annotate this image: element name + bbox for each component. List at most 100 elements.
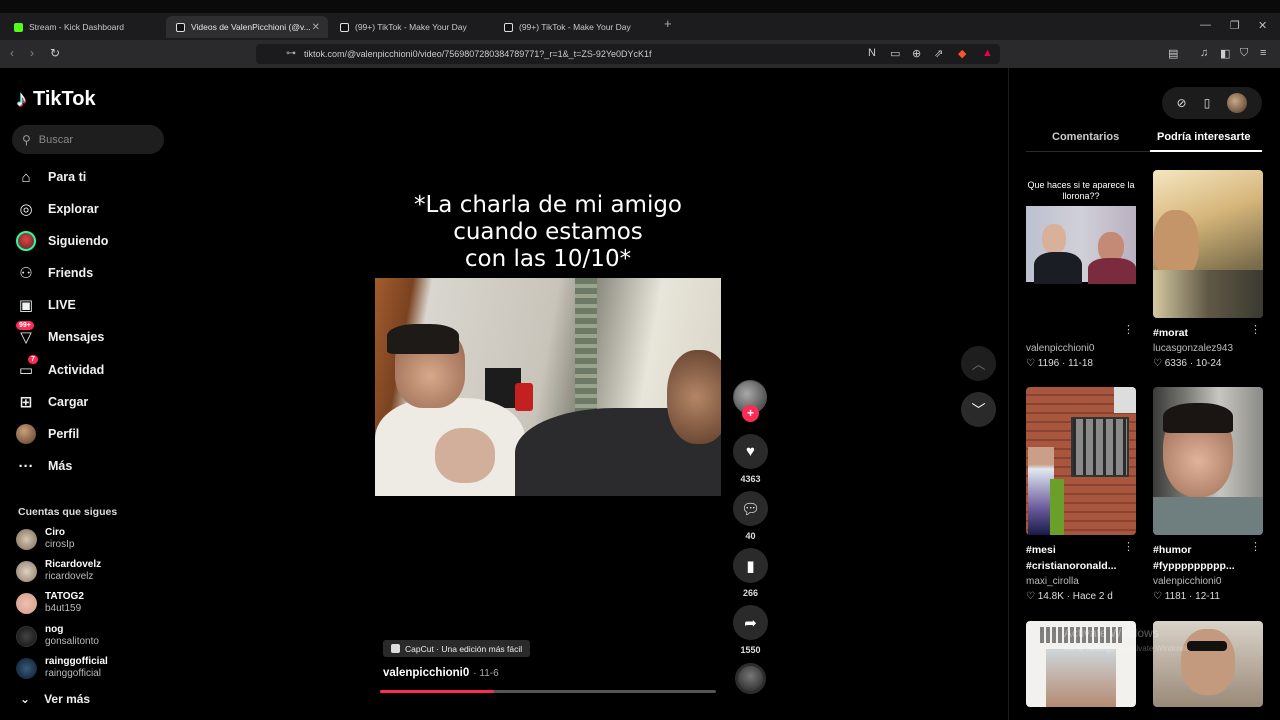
nav-perfil[interactable]: Perfil (16, 423, 79, 445)
nav-label: Perfil (48, 427, 80, 441)
see-more-button[interactable]: ⌄ Ver más (20, 692, 90, 706)
nav-actividad[interactable]: ▭ 7 Actividad (16, 355, 105, 381)
video-author-name[interactable]: valenpicchioni0 (383, 667, 469, 679)
follow-plus-icon[interactable]: + (742, 405, 759, 422)
video-author[interactable]: lucasgonzalez943 (1153, 342, 1263, 355)
followed-account[interactable]: Ciro cirosIp (16, 527, 74, 551)
suggested-video-card[interactable]: #mesi #cristianoronald... ⋮ maxi_cirolla… (1026, 387, 1136, 602)
nav-label: Explorar (48, 202, 99, 216)
share-action[interactable]: ➦ 1550 (733, 605, 768, 655)
followed-account[interactable]: rainggofficial rainggofficial (16, 656, 108, 680)
site-info-icon[interactable]: ⊶ (286, 48, 296, 59)
followed-account[interactable]: nog gonsalitonto (16, 624, 99, 648)
following-title: Cuentas que sigues (18, 506, 118, 518)
nav-label: LIVE (48, 298, 76, 312)
suggested-video-card[interactable]: #morat ⋮ lucasgonzalez943 ♡ 6336 · 10-24 (1153, 170, 1263, 369)
suggested-video-card[interactable]: #humor #fyppppppppp... ⋮ valenpicchioni0… (1153, 387, 1263, 602)
video-thumbnail[interactable] (1153, 621, 1263, 707)
back-icon[interactable]: ‹ (10, 46, 14, 60)
sound-disc-icon[interactable] (735, 663, 766, 694)
caption-line: cuando estamos (453, 219, 643, 245)
tracking-icon[interactable]: N (868, 47, 876, 59)
search-input[interactable] (38, 133, 149, 146)
restore-icon[interactable]: ❐ (1230, 19, 1240, 32)
media-icon[interactable]: ♫ (1200, 47, 1208, 59)
browser-tab-tiktok-1[interactable]: (99+) TikTok - Make Your Day (330, 16, 490, 38)
more-options-icon[interactable]: ⋮ (1250, 323, 1261, 336)
like-action[interactable]: ♥ 4363 (733, 434, 768, 484)
nav-para-ti[interactable]: ⌂ Para ti (16, 166, 86, 188)
browser-tab-videos[interactable]: Videos de ValenPicchioni (@v... ✕ (166, 16, 328, 38)
nav-label: Actividad (48, 363, 105, 377)
kick-favicon-icon (14, 22, 23, 32)
tiktok-logo[interactable]: ♪ TikTok (16, 86, 96, 112)
save-action[interactable]: ▮ 266 (733, 548, 768, 598)
coins-icon[interactable]: ⊘ (1177, 96, 1187, 110)
share-count: 1550 (740, 645, 761, 655)
capcut-badge[interactable]: CapCut · Una edición más fácil (383, 640, 531, 657)
save-count: 266 (742, 588, 759, 598)
account-handle: gonsalitonto (45, 636, 99, 647)
vpn-icon[interactable]: ⛉ (1240, 47, 1248, 60)
account-name: Ciro (45, 527, 65, 538)
video-player[interactable] (375, 278, 721, 496)
nav-label: Friends (48, 266, 94, 280)
video-thumbnail[interactable] (1026, 387, 1136, 535)
brave-rewards-icon[interactable]: ▲ (982, 47, 993, 59)
sidebar-toggle-icon[interactable]: ▤ (1168, 47, 1178, 60)
comment-icon[interactable]: 💬︎ (733, 491, 768, 526)
close-window-icon[interactable]: ✕ (1258, 19, 1267, 32)
forward-icon[interactable]: › (30, 46, 34, 60)
suggested-video-card[interactable]: Que haces si te aparece la llorona?? ⋮ v… (1026, 170, 1136, 369)
device-icon[interactable]: ▯ (1204, 96, 1211, 110)
account-name: TATOG2 (45, 591, 84, 602)
bookmark-icon[interactable]: ▮ (733, 548, 768, 583)
brave-shields-icon[interactable]: ◆ (958, 47, 966, 60)
followed-account[interactable]: Ricardovelz ricardovelz (16, 559, 101, 583)
user-avatar[interactable] (1227, 93, 1248, 113)
next-video-button[interactable]: ﹀ (961, 392, 996, 427)
video-thumbnail[interactable]: Que haces si te aparece la llorona?? (1026, 170, 1136, 318)
comment-action[interactable]: 💬︎ 40 (733, 491, 768, 541)
more-icon: ··· (18, 457, 34, 475)
video-thumbnail[interactable] (1153, 387, 1263, 535)
reader-icon[interactable]: ▭ (890, 47, 900, 60)
video-author[interactable]: valenpicchioni0 (1026, 342, 1136, 355)
account-handle: ricardovelz (45, 571, 94, 582)
minimize-icon[interactable]: — (1200, 19, 1211, 31)
nav-mas[interactable]: ··· Más (16, 455, 73, 477)
split-view-icon[interactable]: ◧ (1220, 47, 1230, 60)
more-options-icon[interactable]: ⋮ (1123, 540, 1134, 553)
browser-tab-tiktok-2[interactable]: (99+) TikTok - Make Your Day (494, 16, 654, 38)
friends-icon: ⚇ (19, 265, 33, 282)
search-box[interactable]: ⚲ (12, 125, 164, 154)
more-options-icon[interactable]: ⋮ (1250, 540, 1261, 553)
nav-live[interactable]: ▣ LIVE (16, 294, 76, 316)
video-progress-bar[interactable] (380, 690, 716, 693)
new-tab-button[interactable]: + (664, 16, 672, 31)
video-thumbnail[interactable] (1153, 170, 1263, 318)
share-icon[interactable]: ⇗ (934, 47, 943, 60)
share-arrow-icon[interactable]: ➦ (733, 605, 768, 640)
suggested-video-card[interactable] (1153, 621, 1263, 707)
address-bar[interactable]: tiktok.com/@valenpicchioni0/video/756980… (256, 44, 1000, 64)
heart-icon[interactable]: ♥ (733, 434, 768, 469)
nav-friends[interactable]: ⚇ Friends (16, 262, 93, 284)
video-author[interactable]: valenpicchioni0 (1153, 575, 1263, 588)
more-options-icon[interactable]: ⋮ (1123, 323, 1134, 336)
tab-comentarios[interactable]: Comentarios (1052, 131, 1119, 143)
close-tab-icon[interactable]: ✕ (312, 22, 320, 33)
nav-explorar[interactable]: ◎ Explorar (16, 198, 99, 220)
nav-cargar[interactable]: ⊞ Cargar (16, 391, 89, 413)
menu-icon[interactable]: ≡ (1260, 47, 1266, 59)
zoom-icon[interactable]: ⊕ (912, 47, 921, 60)
nav-siguiendo[interactable]: Siguiendo (16, 230, 108, 252)
previous-video-button[interactable]: ︿ (961, 346, 996, 381)
video-author[interactable]: maxi_cirolla (1026, 575, 1136, 588)
followed-account[interactable]: TATOG2 b4ut159 (16, 591, 84, 615)
tab-podria-interesarte[interactable]: Podría interesarte (1157, 131, 1251, 143)
reload-icon[interactable]: ↻ (50, 46, 60, 60)
video-date: · 11-6 (473, 668, 499, 679)
browser-tab-kick[interactable]: Stream - Kick Dashboard (4, 16, 164, 38)
nav-mensajes[interactable]: ▽ 99+ Mensajes (16, 321, 104, 348)
